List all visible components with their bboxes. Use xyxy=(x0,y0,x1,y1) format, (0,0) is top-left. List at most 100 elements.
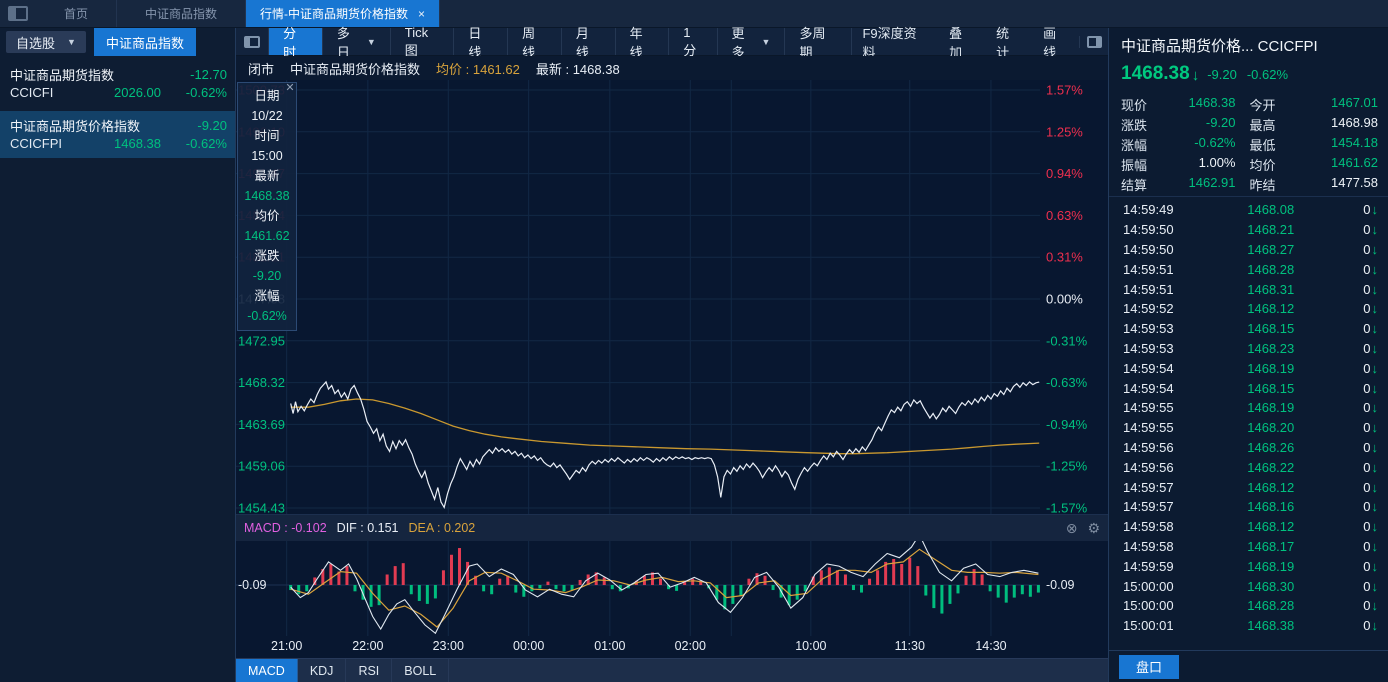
time-axis-label: 14:30 xyxy=(975,639,1007,653)
tab-close-icon[interactable]: × xyxy=(418,7,425,21)
group-dropdown-label: 自选股 xyxy=(16,35,56,51)
time-axis-label: 21:00 xyxy=(271,639,303,653)
macd-chart[interactable]: -0.09 -0.09 xyxy=(236,533,1108,636)
toolbar-right-item[interactable]: 统计 xyxy=(985,23,1032,61)
arrow-down-icon: ↓ xyxy=(1371,558,1379,574)
watchlist-group-dropdown[interactable]: 自选股 ▼ xyxy=(6,31,86,53)
toolbar-item-周线[interactable]: 周线 xyxy=(508,26,562,60)
toolbar-item-多日[interactable]: 多日 ▼ xyxy=(323,26,391,60)
stat-value: 1477.58 xyxy=(1331,174,1378,190)
app-menu-button[interactable] xyxy=(0,0,36,27)
tick-price: 1468.15 xyxy=(1247,321,1295,337)
top-tab-index[interactable]: 中证商品指数 xyxy=(117,0,247,27)
stat-label: 涨跌 xyxy=(1121,117,1148,133)
indicator-tab-kdj[interactable]: KDJ xyxy=(298,659,347,682)
watchlist-item[interactable]: 中证商品期货指数 -12.70 CCICFI 2026.00 -0.62% xyxy=(0,60,235,107)
price-change: -9.20 xyxy=(1207,66,1237,82)
tick-time: 14:59:49 xyxy=(1123,202,1174,218)
tab-order-book[interactable]: 盘口 xyxy=(1119,654,1179,679)
indicator-tab-macd[interactable]: MACD xyxy=(236,659,298,682)
arrow-down-icon: ↓ xyxy=(1371,538,1379,554)
arrow-down-icon: ↓ xyxy=(1191,66,1200,84)
toolbar-item-1分[interactable]: 1分 xyxy=(669,25,718,58)
sidebar-toggle-button[interactable] xyxy=(236,28,270,55)
tick-time: 14:59:52 xyxy=(1123,301,1174,317)
arrow-down-icon: ↓ xyxy=(1371,519,1379,535)
indicator-close-icon[interactable]: ⊗ xyxy=(1066,520,1078,537)
top-tab-label: 行情-中证商品期货价格指数 xyxy=(260,7,409,21)
top-tab-home[interactable]: 首页 xyxy=(36,0,118,27)
stat-label: 昨结 xyxy=(1249,177,1276,193)
tick-row: 14:59:55 1468.19 0 ↓ xyxy=(1109,398,1388,418)
svg-text:1459.06: 1459.06 xyxy=(238,459,285,474)
watchlist-tab-label: 中证商品指数 xyxy=(105,35,184,51)
toolbar-item-日线[interactable]: 日线 xyxy=(454,26,509,60)
arrow-down-icon: ↓ xyxy=(1371,321,1379,337)
tick-row: 14:59:59 1468.19 0 ↓ xyxy=(1109,556,1388,576)
stats-row: 结算 1462.91 昨结 1477.58 xyxy=(1121,174,1378,194)
tick-volume: 0 xyxy=(1363,558,1371,574)
tick-time: 14:59:53 xyxy=(1123,340,1174,356)
toolbar-right-item[interactable]: 画线 xyxy=(1032,23,1079,61)
tick-time: 14:59:53 xyxy=(1123,321,1174,337)
macd-chart-canvas: -0.09 -0.09 xyxy=(236,533,1075,636)
indicator-tab-rsi[interactable]: RSI xyxy=(346,659,393,682)
quote-status-bar: 闭市 中证商品期货价格指数 均价 : 1461.62 最新 : 1468.38 xyxy=(236,56,1108,80)
watchlist-item[interactable]: 中证商品期货价格指数 -9.20 CCICFPI 1468.38 -0.62% xyxy=(0,111,235,158)
stats-row: 振幅 1.00% 均价 1461.62 xyxy=(1121,154,1378,174)
crosshair-tooltip: ✕ 日期 10/22 时间 15:00 最新 1468.38 均价 1461.62 涨跌 -9.2… xyxy=(237,82,297,331)
arrow-down-icon: ↓ xyxy=(1371,420,1379,436)
arrow-down-icon: ↓ xyxy=(1371,360,1379,376)
tick-row: 15:00:00 1468.30 0 ↓ xyxy=(1109,576,1388,596)
stat-value: -9.20 xyxy=(1205,114,1236,130)
instrument-name: 中证商品期货价格指数 xyxy=(290,61,421,77)
toolbar-item-年线[interactable]: 年线 xyxy=(616,26,670,60)
tick-row: 14:59:51 1468.31 0 ↓ xyxy=(1109,279,1388,299)
tick-time: 14:59:55 xyxy=(1123,400,1174,416)
price-chart[interactable]: 1500.731.57%1496.101.25%1491.470.94%1486… xyxy=(236,80,1108,516)
tick-time: 14:59:50 xyxy=(1123,222,1174,238)
toolbar-item-label: 周线 xyxy=(522,25,536,60)
tick-volume: 0 xyxy=(1363,340,1371,356)
tick-volume: 0 xyxy=(1363,479,1371,495)
right-panel-toggle-button[interactable] xyxy=(1079,35,1108,48)
tick-time: 14:59:54 xyxy=(1123,360,1174,376)
time-axis: 21:00 22:00 23:00 00:00 01:00 02:00 10:00 11:30… xyxy=(236,636,1108,658)
tick-time: 15:00:01 xyxy=(1123,618,1174,634)
tick-row: 14:59:52 1468.12 0 ↓ xyxy=(1109,299,1388,319)
watchlist-sidebar: 自选股 ▼ 中证商品指数 中证商品期货指数 -12.70 CCICFI 2026.00… xyxy=(0,28,236,682)
toolbar-item-多周期[interactable]: 多周期 xyxy=(785,26,852,60)
stat-label: 现价 xyxy=(1121,97,1148,113)
toolbar-right-item[interactable]: 叠加 xyxy=(938,23,985,61)
stat-value: 1.00% xyxy=(1198,154,1236,170)
tick-row: 15:00:01 1468.38 0 ↓ xyxy=(1109,616,1388,636)
arrow-down-icon: ↓ xyxy=(1371,618,1379,634)
toolbar-item-更多[interactable]: 更多 ▼ xyxy=(718,26,786,60)
svg-text:-0.31%: -0.31% xyxy=(1046,333,1088,348)
time-axis-label: 22:00 xyxy=(352,639,384,653)
last-price: 1468.38 xyxy=(1121,63,1190,84)
tooltip-close-icon[interactable]: ✕ xyxy=(283,82,297,96)
stat-label: 涨幅 xyxy=(1121,137,1148,153)
arrow-down-icon: ↓ xyxy=(1371,261,1379,277)
stat-value: 1467.01 xyxy=(1331,94,1378,110)
tick-trade-list[interactable]: 14:59:49 1468.08 0 ↓ 14:59:50 1468.21 0 ↓ 14:59:… xyxy=(1109,197,1388,650)
tooltip-value: 1468.38 xyxy=(244,189,290,203)
toolbar-right-item[interactable]: F9深度资料 xyxy=(851,23,938,61)
last-price-label: 最新 : 1468.38 xyxy=(535,61,620,77)
svg-text:1.25%: 1.25% xyxy=(1046,124,1083,139)
tick-row: 14:59:53 1468.23 0 ↓ xyxy=(1109,339,1388,359)
toolbar-item-分时[interactable]: 分时 xyxy=(269,26,323,60)
watchlist-tab-csi-commodity[interactable]: 中证商品指数 xyxy=(93,28,196,56)
indicator-settings-gear-icon[interactable]: ⚙ xyxy=(1087,520,1100,537)
toolbar-item-label: 日线 xyxy=(468,25,482,60)
toolbar-item-月线[interactable]: 月线 xyxy=(562,26,616,60)
tick-price: 1468.23 xyxy=(1247,340,1295,356)
toolbar-item-Tick图[interactable]: Tick图 xyxy=(391,25,455,58)
indicator-tab-boll[interactable]: BOLL xyxy=(392,659,450,682)
stats-row: 现价 1468.38 今开 1467.01 xyxy=(1121,94,1378,114)
tick-time: 14:59:54 xyxy=(1123,380,1174,396)
tooltip-label: 涨跌 xyxy=(254,249,280,263)
stat-label: 今开 xyxy=(1249,97,1276,113)
stat-value: 1468.98 xyxy=(1331,114,1378,130)
